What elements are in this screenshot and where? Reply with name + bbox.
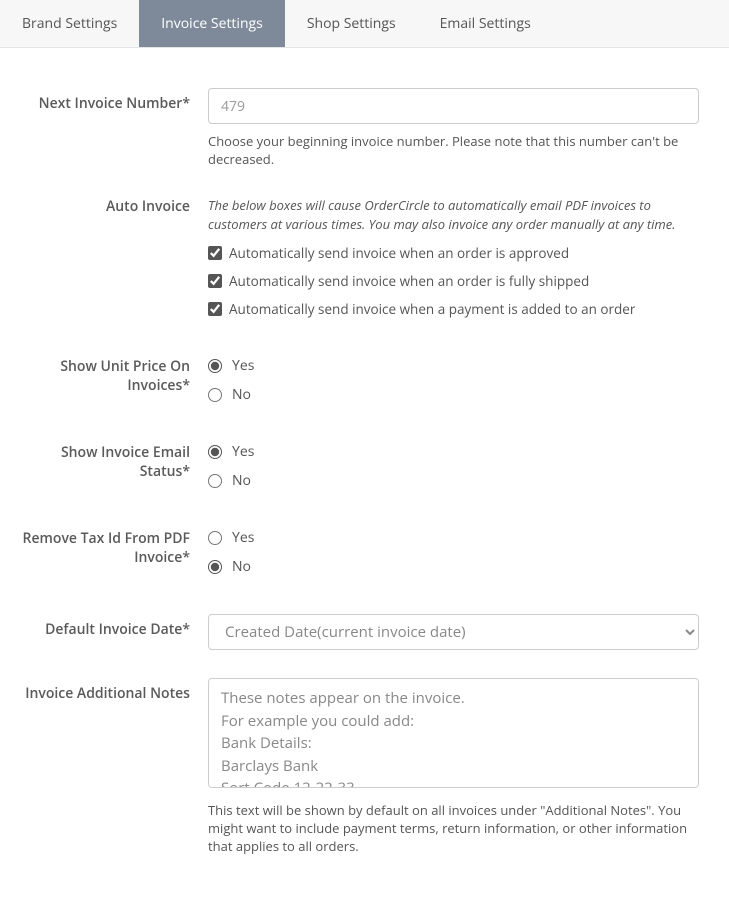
remove-tax-no[interactable]: No: [208, 557, 699, 576]
radio-label-no: No: [232, 385, 251, 404]
default-date-label: Default Invoice Date*: [10, 614, 208, 650]
tab-brand-settings[interactable]: Brand Settings: [0, 0, 139, 47]
next-invoice-help: Choose your beginning invoice number. Pl…: [208, 132, 699, 168]
auto-invoice-intro: The below boxes will cause OrderCircle t…: [208, 196, 699, 234]
tabs-bar: Brand Settings Invoice Settings Shop Set…: [0, 0, 729, 48]
checkbox-send-on-shipped[interactable]: Automatically send invoice when an order…: [208, 272, 699, 290]
default-date-select[interactable]: Created Date(current invoice date): [208, 614, 699, 650]
email-status-no[interactable]: No: [208, 471, 699, 490]
checkbox-send-on-approved[interactable]: Automatically send invoice when an order…: [208, 244, 699, 262]
checkbox-input-payment[interactable]: [208, 302, 222, 316]
radio-email-status-yes[interactable]: [208, 445, 222, 459]
tab-invoice-settings[interactable]: Invoice Settings: [139, 0, 285, 47]
remove-tax-label: Remove Tax Id From PDF Invoice*: [10, 528, 208, 586]
radio-label-yes: Yes: [232, 528, 254, 547]
radio-unit-price-yes[interactable]: [208, 359, 222, 373]
notes-textarea[interactable]: [208, 678, 699, 788]
email-status-yes[interactable]: Yes: [208, 442, 699, 461]
unit-price-no[interactable]: No: [208, 385, 699, 404]
radio-label-no: No: [232, 557, 251, 576]
notes-label: Invoice Additional Notes: [10, 678, 208, 856]
radio-label-yes: Yes: [232, 356, 254, 375]
notes-help: This text will be shown by default on al…: [208, 801, 699, 856]
remove-tax-yes[interactable]: Yes: [208, 528, 699, 547]
checkbox-input-shipped[interactable]: [208, 274, 222, 288]
next-invoice-label: Next Invoice Number*: [10, 88, 208, 168]
tab-shop-settings[interactable]: Shop Settings: [285, 0, 418, 47]
unit-price-label: Show Unit Price On Invoices*: [10, 356, 208, 414]
email-status-label: Show Invoice Email Status*: [10, 442, 208, 500]
unit-price-yes[interactable]: Yes: [208, 356, 699, 375]
invoice-settings-form: Next Invoice Number* Choose your beginni…: [0, 48, 729, 904]
radio-remove-tax-yes[interactable]: [208, 531, 222, 545]
checkbox-input-approved[interactable]: [208, 246, 222, 260]
checkbox-label-payment: Automatically send invoice when a paymen…: [229, 300, 635, 318]
radio-unit-price-no[interactable]: [208, 388, 222, 402]
checkbox-send-on-payment[interactable]: Automatically send invoice when a paymen…: [208, 300, 699, 318]
radio-label-no: No: [232, 471, 251, 490]
radio-email-status-no[interactable]: [208, 474, 222, 488]
checkbox-label-shipped: Automatically send invoice when an order…: [229, 272, 589, 290]
radio-remove-tax-no[interactable]: [208, 560, 222, 574]
radio-label-yes: Yes: [232, 442, 254, 461]
tab-email-settings[interactable]: Email Settings: [418, 0, 553, 47]
next-invoice-input[interactable]: [208, 88, 699, 124]
checkbox-label-approved: Automatically send invoice when an order…: [229, 244, 569, 262]
auto-invoice-label: Auto Invoice: [10, 196, 208, 328]
